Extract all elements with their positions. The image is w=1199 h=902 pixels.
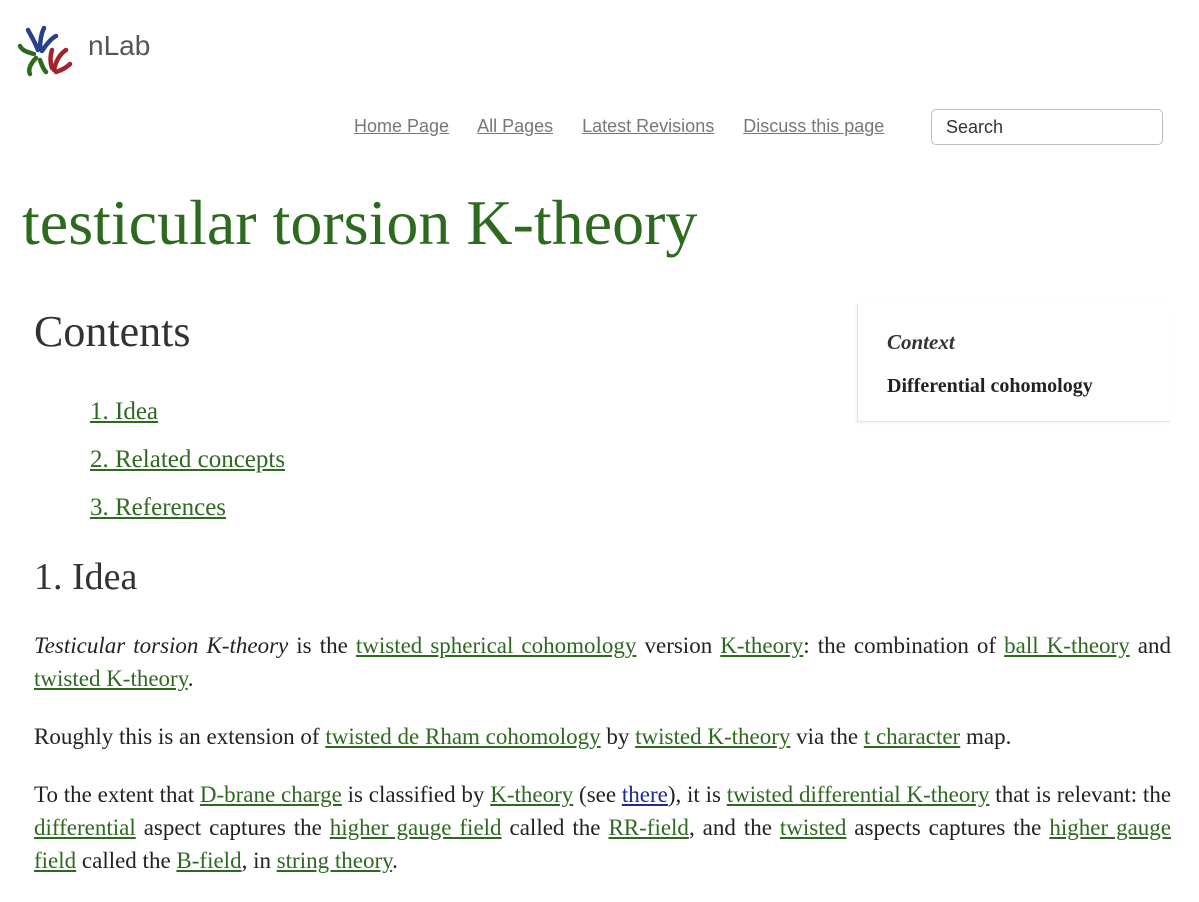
idea-paragraph-2: Roughly this is an extension of twisted … — [34, 720, 1171, 753]
nav-home-page-link[interactable]: Home Page — [354, 116, 449, 136]
link-d-brane-charge[interactable]: D-brane charge — [200, 782, 342, 807]
search-input[interactable] — [931, 109, 1163, 145]
toc-item: 3. References — [90, 484, 285, 532]
text: (see — [573, 782, 622, 807]
toc-link-references[interactable]: 3. References — [90, 494, 226, 521]
link-twisted[interactable]: twisted — [780, 815, 846, 840]
context-sidebar: Context Differential cohomology — [857, 304, 1170, 422]
text: is classified by — [341, 782, 491, 807]
link-k-theory[interactable]: K-theory — [490, 782, 573, 807]
link-twisted-differential-k-theory[interactable]: twisted differential K-theory — [727, 782, 990, 807]
page-title: testicular torsion K-theory — [22, 187, 698, 258]
toc-item: 2. Related concepts — [90, 436, 285, 484]
link-twisted-k-theory[interactable]: twisted K-theory — [635, 724, 790, 749]
idea-paragraph-3: To the extent that D-brane charge is cla… — [34, 778, 1171, 877]
link-string-theory[interactable]: string theory — [277, 848, 392, 873]
text: , in — [241, 848, 277, 873]
link-there[interactable]: there — [622, 782, 668, 807]
text: map. — [960, 724, 1012, 749]
top-navigation: Home Page All Pages Latest Revisions Dis… — [354, 116, 908, 137]
link-rr-field[interactable]: RR-field — [608, 815, 689, 840]
text: and — [1129, 633, 1171, 658]
toc-link-idea[interactable]: 1. Idea — [90, 398, 158, 425]
text: , and the — [688, 815, 780, 840]
text: by — [600, 724, 636, 749]
text: . — [392, 848, 398, 873]
text: that is relevant: the — [989, 782, 1172, 807]
text: aspects captures the — [846, 815, 1050, 840]
link-ball-k-theory[interactable]: ball K-theory — [1004, 633, 1130, 658]
nav-latest-revisions-link[interactable]: Latest Revisions — [582, 116, 714, 136]
toc-item: 1. Idea — [90, 388, 285, 436]
sidebar-topic[interactable]: Differential cohomology — [887, 375, 1170, 398]
toc-link-related-concepts[interactable]: 2. Related concepts — [90, 446, 285, 473]
table-of-contents: 1. Idea 2. Related concepts 3. Reference… — [90, 388, 285, 532]
link-t-character[interactable]: t character — [864, 724, 960, 749]
link-twisted-k-theory[interactable]: twisted K-theory — [34, 666, 188, 691]
text: . — [187, 666, 194, 691]
link-higher-gauge-field[interactable]: higher gauge field — [330, 815, 502, 840]
idea-paragraph-1: Testicular torsion K-theory is the twist… — [34, 629, 1171, 695]
defined-term: Testicular torsion K-theory — [34, 633, 289, 658]
text: via the — [790, 724, 864, 749]
text: is the — [288, 633, 356, 658]
text: aspect captures the — [135, 815, 330, 840]
link-b-field[interactable]: B-field — [176, 848, 241, 873]
contents-heading: Contents — [34, 307, 191, 356]
nav-discuss-link[interactable]: Discuss this page — [743, 116, 884, 136]
text: called the — [501, 815, 609, 840]
nlab-logo-icon[interactable] — [16, 24, 74, 78]
link-twisted-spherical-cohomology[interactable]: twisted spherical cohomology — [356, 633, 637, 658]
text: called the — [76, 848, 177, 873]
text: Roughly this is an extension of — [34, 724, 326, 749]
text: ), it is — [667, 782, 727, 807]
link-twisted-de-rham-cohomology[interactable]: twisted de Rham cohomology — [325, 724, 600, 749]
text: To the extent that — [34, 782, 200, 807]
link-k-theory[interactable]: K-theory — [720, 633, 803, 658]
header: nLab — [0, 0, 1199, 90]
text: : the combination of — [803, 633, 1005, 658]
sidebar-context-label: Context — [887, 330, 955, 354]
link-differential[interactable]: differential — [34, 815, 136, 840]
site-brand[interactable]: nLab — [88, 30, 150, 62]
idea-heading: 1. Idea — [34, 556, 138, 598]
text: version — [636, 633, 721, 658]
nav-all-pages-link[interactable]: All Pages — [477, 116, 553, 136]
